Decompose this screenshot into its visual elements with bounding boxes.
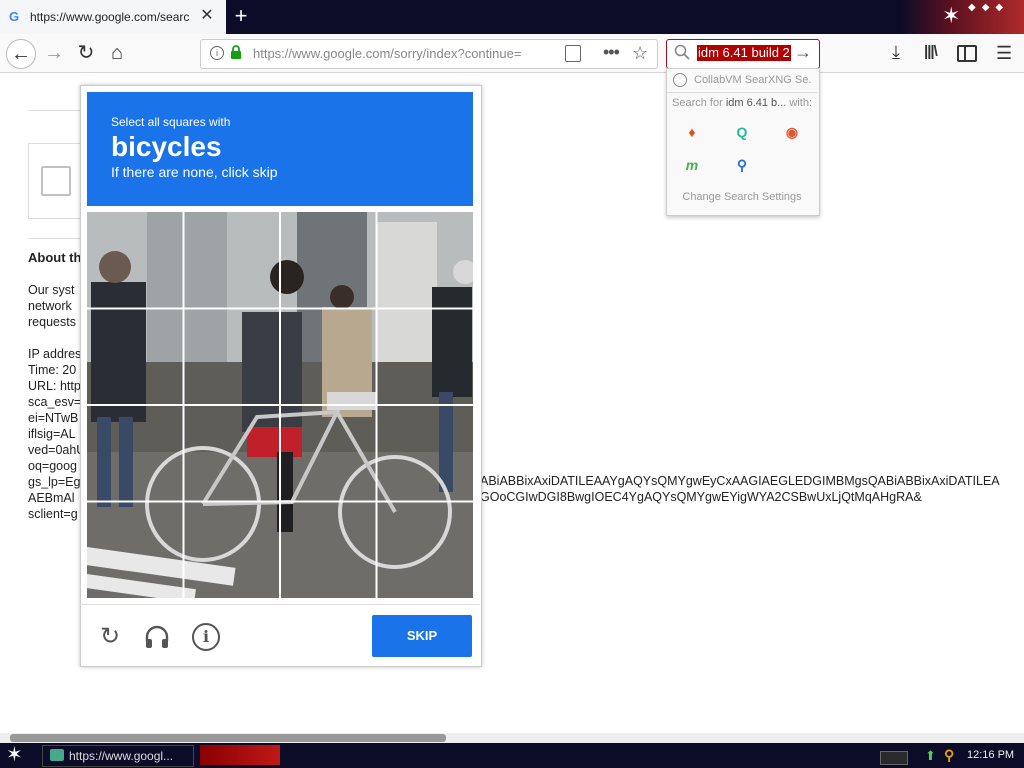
window-controls[interactable]: ◆◆◆ bbox=[968, 2, 1009, 13]
captcha-tile[interactable] bbox=[87, 212, 184, 309]
search-for-label: Search for idm 6.41 b... with: bbox=[672, 97, 817, 109]
about-heading: About th bbox=[28, 250, 82, 265]
page-text-line: network bbox=[28, 299, 72, 313]
taskbar-window-button[interactable]: https://www.googl... bbox=[42, 745, 194, 767]
captcha-tile[interactable] bbox=[377, 309, 474, 406]
captcha-instruction: Select all squares with bbox=[111, 115, 231, 129]
captcha-hint: If there are none, click skip bbox=[111, 164, 278, 180]
search-for-term: idm 6.41 b... bbox=[725, 97, 787, 109]
tray-meter bbox=[880, 751, 908, 765]
sidebar-icon[interactable] bbox=[957, 45, 977, 62]
network-tray-icon[interactable]: ⬆ bbox=[925, 748, 936, 764]
bookmark-star-icon[interactable]: ☆ bbox=[632, 43, 648, 64]
scrollbar-thumb[interactable] bbox=[10, 734, 446, 742]
captcha-tile[interactable] bbox=[184, 405, 281, 502]
search-suggestion[interactable]: CollabVM SearXNG Se... bbox=[694, 74, 812, 86]
search-go-arrow-icon[interactable]: → bbox=[794, 42, 812, 63]
captcha-tile[interactable] bbox=[87, 309, 184, 406]
new-tab-button[interactable]: + bbox=[228, 4, 254, 30]
page-text-line: Our syst bbox=[28, 283, 75, 297]
tab-title: https://www.google.com/search? bbox=[30, 10, 190, 24]
search-icon bbox=[674, 44, 690, 60]
mojeek-engine-icon[interactable]: m bbox=[681, 154, 703, 176]
captcha-tile[interactable] bbox=[377, 212, 474, 309]
tab-close-icon[interactable]: ✕ bbox=[198, 7, 216, 25]
globe-icon bbox=[673, 73, 687, 87]
home-button[interactable]: ⌂ bbox=[103, 39, 131, 67]
divider bbox=[80, 604, 480, 605]
change-search-settings-button[interactable]: Change Search Settings bbox=[667, 191, 817, 203]
site-info-icon[interactable]: i bbox=[210, 46, 224, 60]
download-icon[interactable]: ⤓ bbox=[892, 42, 900, 63]
search-for-suffix: with: bbox=[786, 97, 813, 109]
page-actions-icon[interactable]: ••• bbox=[603, 42, 620, 63]
reload-icon[interactable]: ↻ bbox=[96, 623, 124, 651]
qwant-engine-icon[interactable]: Q bbox=[731, 121, 753, 143]
start-menu-icon[interactable]: ✶ bbox=[6, 743, 23, 767]
page-text-line: URL: http bbox=[28, 379, 81, 393]
captcha-tile[interactable] bbox=[184, 309, 281, 406]
captcha-tile[interactable] bbox=[280, 309, 377, 406]
searx-engine-icon[interactable]: ⚲ bbox=[731, 154, 753, 176]
url-text: https://www.google.com/sorry/index?conti… bbox=[253, 46, 522, 61]
page-text-line: iflsig=AL bbox=[28, 427, 76, 441]
duckduckgo-engine-icon[interactable]: ◉ bbox=[781, 121, 803, 143]
captcha-target: bicycles bbox=[111, 131, 222, 162]
browser-app-icon bbox=[50, 749, 64, 761]
page-text-line: requests bbox=[28, 315, 76, 329]
skip-button[interactable]: SKIP bbox=[372, 615, 472, 657]
taskbar-decoration bbox=[200, 745, 280, 765]
page-text-line: sclient=g bbox=[28, 507, 78, 521]
divider bbox=[667, 92, 817, 93]
brave-engine-icon[interactable]: ♦ bbox=[681, 121, 703, 143]
captcha-tile[interactable] bbox=[87, 405, 184, 502]
captcha-tile[interactable] bbox=[280, 212, 377, 309]
clock: 12:16 PM bbox=[967, 749, 1015, 761]
page-text-line: ei=NTwB bbox=[28, 411, 79, 425]
page-text-line: oq=goog bbox=[28, 459, 78, 473]
captcha-tile[interactable] bbox=[377, 405, 474, 502]
google-favicon-icon: G bbox=[9, 9, 20, 24]
captcha-tile[interactable] bbox=[280, 502, 377, 599]
page-text-line: sca_esv= bbox=[28, 395, 82, 409]
forward-button[interactable]: → bbox=[40, 39, 68, 67]
recaptcha-checkbox[interactable] bbox=[41, 166, 71, 196]
search-input[interactable]: idm 6.41 build 2 bbox=[697, 45, 791, 61]
divider bbox=[28, 238, 88, 239]
search-tray-icon[interactable]: ⚲ bbox=[944, 747, 954, 764]
search-for-prefix: Search for bbox=[672, 97, 726, 109]
hamburger-menu-icon[interactable]: ☰ bbox=[996, 43, 1012, 64]
captcha-tile[interactable] bbox=[377, 502, 474, 599]
reader-view-icon[interactable] bbox=[565, 45, 581, 62]
page-text-line: Time: 20 bbox=[28, 363, 77, 377]
lock-icon bbox=[231, 45, 241, 59]
reload-button[interactable]: ↻ bbox=[72, 39, 100, 67]
page-text-line: AEBmAl bbox=[28, 491, 75, 505]
star-icon: ✶ bbox=[942, 3, 961, 28]
library-icon[interactable]: |||\ bbox=[924, 43, 938, 60]
captcha-tile[interactable] bbox=[87, 502, 184, 599]
page-text-line: IP addres bbox=[28, 347, 82, 361]
captcha-tile[interactable] bbox=[280, 405, 377, 502]
captcha-tile[interactable] bbox=[184, 212, 281, 309]
headphones-icon[interactable] bbox=[143, 623, 171, 651]
overflow-text-line: ABiABBixAxiDATILEAAYgAQYsQMYgwEyCxAAGIAE… bbox=[480, 474, 1000, 488]
divider bbox=[28, 110, 88, 111]
page-text-line: gs_lp=Eg bbox=[28, 475, 81, 489]
page-text-line: ved=0ahU bbox=[28, 443, 86, 457]
info-icon[interactable]: i bbox=[192, 623, 220, 651]
captcha-tile[interactable] bbox=[184, 502, 281, 599]
back-button[interactable]: ← bbox=[6, 39, 36, 69]
overflow-text-line: GOoCGIwDGI8BwgIOEC4YgAQYsQMYgwEYigWYA2CS… bbox=[480, 490, 922, 504]
